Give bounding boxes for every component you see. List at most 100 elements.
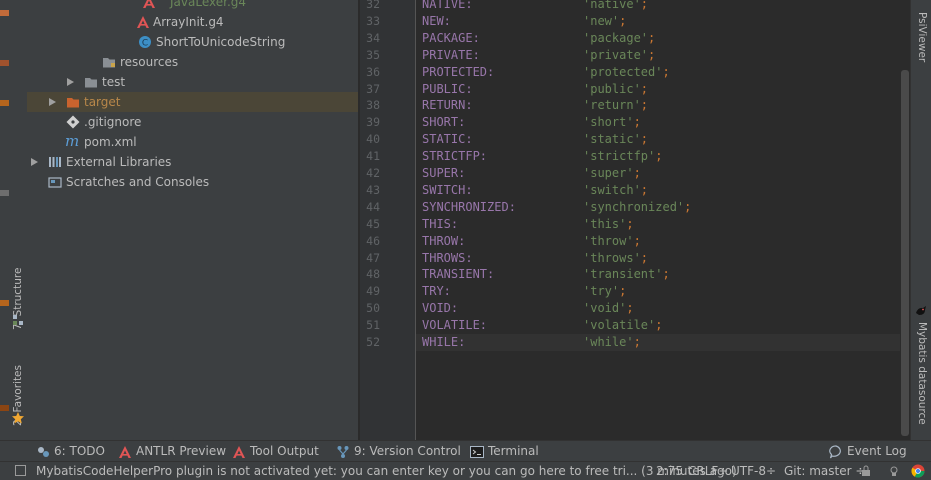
token-literal: 'static'; [583, 132, 649, 147]
line-number: 44 [366, 199, 380, 214]
line-number: 48 [366, 267, 380, 282]
tree-item-label: Scratches and Consoles [66, 175, 210, 189]
code-line[interactable]: SUPER: 'super'; [416, 165, 900, 182]
token-name: PRIVATE: [422, 47, 480, 62]
gitignore-icon [66, 115, 80, 129]
line-number: 35 [366, 47, 380, 62]
event-log-tab[interactable]: Event Log [829, 441, 907, 462]
code-line[interactable]: NEW: 'new'; [416, 13, 900, 30]
code-line[interactable]: SWITCH: 'switch'; [416, 182, 900, 199]
code-line[interactable]: VOLATILE: 'volatile'; [416, 317, 900, 334]
code-line[interactable]: RETURN: 'return'; [416, 97, 900, 114]
line-number: 49 [366, 284, 380, 299]
git-branch[interactable]: Git: master ÷ [784, 462, 865, 480]
line-number: 33 [366, 13, 380, 28]
token-name: PROTECTED: [422, 64, 495, 79]
status-message[interactable]: MybatisCodeHelperPro plugin is not activ… [36, 462, 737, 480]
mybatis-datasource-tab[interactable]: Mybatis datasource [912, 322, 931, 425]
lock-icon[interactable] [860, 465, 872, 477]
antlr-icon [119, 445, 131, 458]
tree-item-scratches[interactable]: Scratches and Consoles [27, 172, 358, 192]
tree-item-javalexer[interactable]: JavaLexer.g4 [27, 0, 358, 12]
token-name: TRANSIENT: [422, 267, 495, 282]
expand-arrow-icon[interactable] [31, 158, 38, 166]
code-line[interactable]: WHILE: 'while'; [416, 334, 900, 351]
psiviewer-tab[interactable]: PsiViewer [912, 12, 931, 67]
code-line[interactable]: THROW: 'throw'; [416, 233, 900, 250]
tree-item-external-libraries[interactable]: External Libraries [27, 152, 358, 172]
chrome-icon[interactable] [911, 464, 925, 478]
antlr-preview-tab-label: ANTLR Preview [136, 444, 227, 458]
terminal-tab[interactable]: Terminal [470, 441, 539, 462]
tree-item-label: target [84, 95, 121, 109]
code-line[interactable]: PROTECTED: 'protected'; [416, 64, 900, 81]
code-line[interactable]: PUBLIC: 'public'; [416, 81, 900, 98]
antlr-icon [143, 0, 155, 8]
token-literal: 'transient'; [583, 267, 670, 282]
library-icon [49, 157, 61, 167]
line-number: 41 [366, 149, 380, 164]
line-number: 45 [366, 216, 380, 231]
todo-tab[interactable]: 6: TODO [36, 441, 105, 462]
left-tool-strip: 7: Structure 2: Favorites [9, 0, 28, 440]
mybatis-bird-icon [916, 306, 926, 315]
token-literal: 'synchronized'; [583, 199, 692, 214]
toggle-toolwindows-icon[interactable] [15, 465, 26, 476]
tool-output-tab[interactable]: Tool Output [232, 441, 319, 462]
token-literal: 'volatile'; [583, 318, 663, 333]
tree-item-arrayinit[interactable]: ArrayInit.g4 [27, 12, 358, 32]
code-line[interactable]: THROWS: 'throws'; [416, 250, 900, 267]
code-line[interactable]: NATIVE: 'native'; [416, 0, 900, 13]
code-editor[interactable]: NATIVE: 'native'; NEW: 'new'; PACKAGE: 'packa… [416, 0, 900, 440]
tree-item-shorttounicodestring[interactable]: C ShortToUnicodeString [27, 32, 358, 52]
code-line[interactable]: PACKAGE: 'package'; [416, 30, 900, 47]
code-line[interactable]: TRY: 'try'; [416, 283, 900, 300]
token-literal: 'private'; [583, 47, 656, 62]
tree-item-test[interactable]: test [27, 72, 358, 92]
line-separator[interactable]: CRLF÷ [688, 462, 728, 480]
token-literal: 'package'; [583, 30, 656, 45]
tree-item-resources[interactable]: resources [27, 52, 358, 72]
code-line[interactable]: STRICTFP: 'strictfp'; [416, 148, 900, 165]
code-line[interactable]: THIS: 'this'; [416, 216, 900, 233]
token-literal: 'new'; [583, 13, 627, 28]
token-literal: 'while'; [583, 335, 641, 349]
clipped-window-edge [0, 0, 9, 440]
line-number: 52 [366, 335, 380, 349]
code-line[interactable]: STATIC: 'static'; [416, 131, 900, 148]
line-number: 37 [366, 81, 380, 96]
line-number: 40 [366, 132, 380, 147]
token-name: STATIC: [422, 132, 473, 147]
tree-item-gitignore[interactable]: .gitignore [27, 112, 358, 132]
code-line[interactable]: VOID: 'void'; [416, 300, 900, 317]
token-name: WHILE: [422, 335, 466, 349]
expand-arrow-icon[interactable] [67, 78, 74, 86]
token-literal: 'switch'; [583, 182, 649, 197]
scrollbar-thumb[interactable] [901, 70, 909, 436]
folder-icon [103, 58, 115, 68]
code-line[interactable]: SYNCHRONIZED: 'synchronized'; [416, 199, 900, 216]
token-literal: 'try'; [583, 284, 627, 299]
line-number: 34 [366, 30, 380, 45]
tool-output-tab-label: Tool Output [250, 444, 319, 458]
code-line[interactable]: SHORT: 'short'; [416, 114, 900, 131]
expand-arrow-icon[interactable] [49, 98, 56, 106]
right-tool-strip: PsiViewer Mybatis datasource [910, 0, 931, 440]
token-name: TRY: [422, 284, 451, 299]
token-literal: 'short'; [583, 115, 641, 130]
caret-position[interactable]: 2:75 [656, 462, 683, 480]
java-class-icon: C [139, 36, 151, 49]
code-line[interactable]: TRANSIENT: 'transient'; [416, 266, 900, 283]
line-number: 47 [366, 250, 380, 265]
line-number: 51 [366, 318, 380, 333]
inspection-icon[interactable] [888, 465, 900, 477]
antlr-preview-tab[interactable]: ANTLR Preview [118, 441, 226, 462]
token-name: THIS: [422, 216, 459, 231]
token-name: PACKAGE: [422, 30, 480, 45]
code-line[interactable]: PRIVATE: 'private'; [416, 47, 900, 64]
file-encoding[interactable]: UTF-8÷ [731, 462, 776, 480]
tree-item-target[interactable]: target [27, 92, 358, 112]
version-control-tab[interactable]: 9: Version Control [336, 441, 461, 462]
tree-item-pom[interactable]: m pom.xml [27, 132, 358, 152]
tree-item-label: pom.xml [84, 135, 137, 149]
